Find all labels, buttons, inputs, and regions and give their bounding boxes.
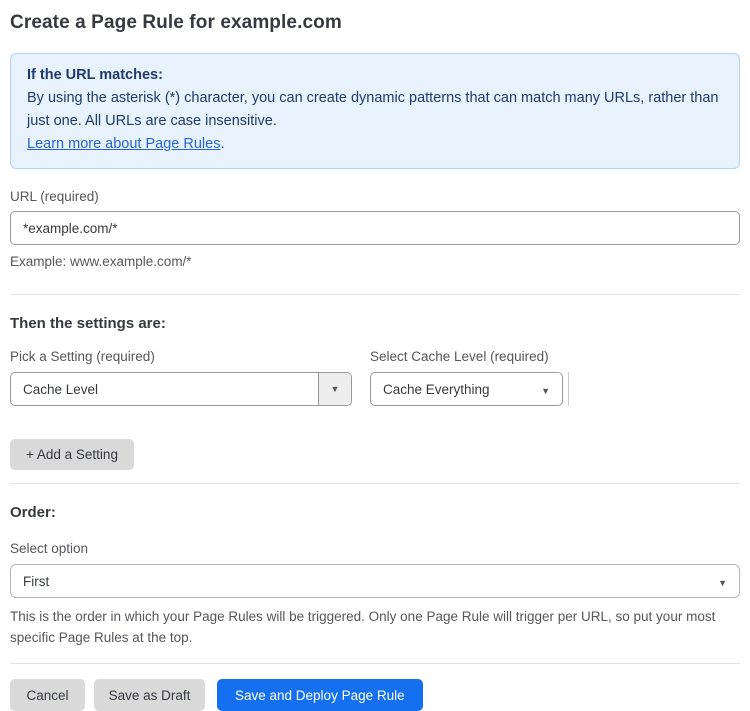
url-example-text: Example: www.example.com/*: [10, 254, 192, 269]
save-and-deploy-button[interactable]: Save and Deploy Page Rule: [217, 679, 423, 711]
pick-setting-dropdown[interactable]: Cache Level ▼: [10, 372, 352, 406]
section-divider: [10, 663, 740, 664]
order-value: First: [23, 573, 50, 589]
pick-setting-column: Pick a Setting (required) Cache Level ▼: [10, 349, 352, 406]
cache-level-dropdown[interactable]: Cache Everything ▼: [370, 372, 563, 406]
cache-level-column: Select Cache Level (required) Cache Ever…: [370, 349, 569, 406]
settings-row: Pick a Setting (required) Cache Level ▼ …: [10, 349, 740, 406]
chevron-down-icon: ▼: [541, 385, 550, 396]
create-page-rule-form: Create a Page Rule for example.com If th…: [0, 0, 750, 711]
cache-level-value: Cache Everything: [383, 381, 490, 397]
order-select-label: Select option: [10, 541, 89, 556]
setting-vertical-divider: [568, 372, 569, 406]
learn-more-link[interactable]: Learn more about Page Rules: [27, 136, 220, 152]
cache-level-label: Select Cache Level (required): [370, 349, 549, 364]
chevron-down-icon: ▼: [318, 373, 351, 405]
add-setting-button[interactable]: + Add a Setting: [10, 439, 134, 470]
cancel-button[interactable]: Cancel: [10, 679, 85, 711]
chevron-down-icon: ▼: [718, 577, 727, 588]
order-dropdown[interactable]: First ▼: [10, 564, 740, 598]
form-actions: Cancel Save as Draft Save and Deploy Pag…: [10, 679, 740, 711]
info-banner-body: By using the asterisk (*) character, you…: [27, 90, 719, 129]
pick-setting-label: Pick a Setting (required): [10, 349, 155, 364]
pick-setting-value: Cache Level: [23, 381, 99, 397]
page-title: Create a Page Rule for example.com: [10, 12, 342, 33]
link-suffix: .: [220, 136, 225, 152]
section-divider: [10, 483, 740, 484]
url-input[interactable]: [10, 211, 740, 245]
settings-section-heading: Then the settings are:: [10, 315, 166, 332]
info-banner-link-line: Learn more about Page Rules.: [27, 133, 723, 156]
url-field-label: URL (required): [10, 189, 99, 204]
order-section-heading: Order:: [10, 504, 56, 521]
url-matches-info-banner: If the URL matches: By using the asteris…: [10, 53, 740, 169]
order-help-text: This is the order in which your Page Rul…: [10, 609, 716, 645]
cache-level-control-group: Cache Everything ▼: [370, 364, 569, 406]
section-divider: [10, 294, 740, 295]
info-banner-heading: If the URL matches:: [27, 67, 163, 83]
save-as-draft-button[interactable]: Save as Draft: [94, 679, 205, 711]
